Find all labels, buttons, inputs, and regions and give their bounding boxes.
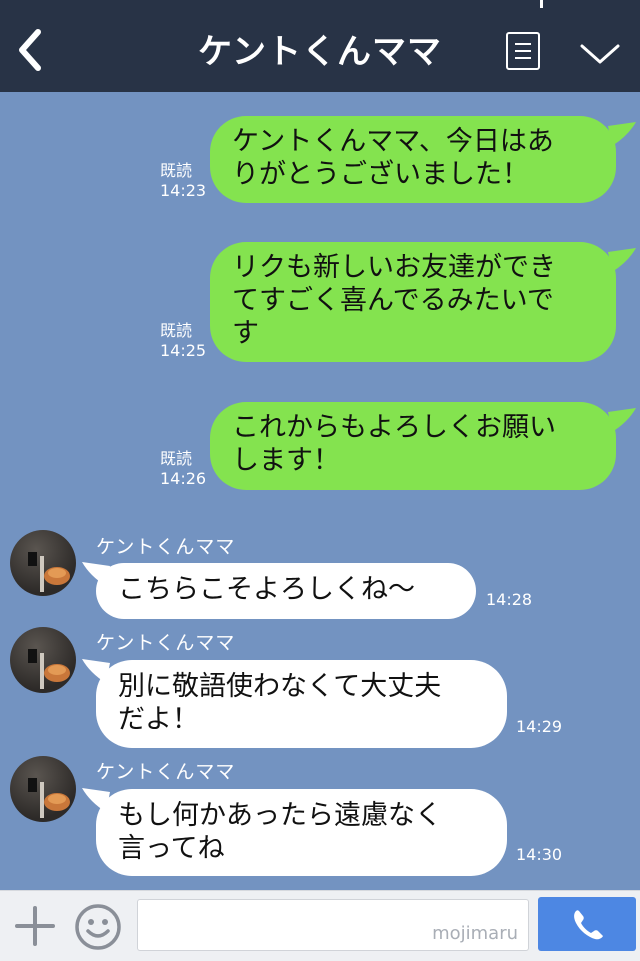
watermark-text: mojimaru — [432, 923, 518, 944]
bubble-tail — [608, 248, 636, 272]
message-line: 言ってね — [118, 833, 225, 864]
message-read-status: 既読 14:25 — [160, 321, 207, 360]
message-time: 14:28 — [486, 590, 533, 609]
emoji-button[interactable] — [74, 903, 122, 951]
message-line: もし何かあったら遠慮なく — [118, 800, 442, 831]
sent-message-bubble[interactable]: ケントくんママ、今日はあ りがとうございました！ — [210, 116, 616, 203]
message-input[interactable]: mojimaru — [137, 899, 529, 951]
message-line: だよ！ — [118, 704, 199, 735]
message-time: 14:30 — [516, 845, 563, 864]
received-message-bubble[interactable]: もし何かあったら遠慮なく 言ってね — [96, 789, 507, 876]
message-line: これからもよろしくお願い — [232, 412, 556, 443]
message-line: す — [232, 318, 259, 349]
bubble-tail — [608, 408, 636, 432]
message-line: りがとうございました！ — [232, 159, 529, 190]
menu-button[interactable] — [506, 32, 540, 70]
call-button[interactable] — [538, 897, 636, 951]
message-time: 14:29 — [516, 717, 563, 736]
avatar-image — [28, 778, 70, 818]
sent-message-bubble[interactable]: これからもよろしくお願い します！ — [210, 402, 616, 490]
message-read-status: 既読 14:26 — [160, 449, 207, 488]
message-input-bar: mojimaru — [0, 890, 640, 961]
bubble-tail — [608, 122, 636, 146]
message-line: こちらこそよろしくね〜 — [118, 574, 415, 605]
message-line: リクも新しいお友達ができ — [232, 252, 556, 283]
bubble-tail — [82, 562, 110, 586]
received-message-bubble[interactable]: こちらこそよろしくね〜 — [96, 563, 476, 619]
message-line: 別に敬語使わなくて大丈夫 — [118, 671, 442, 702]
message-time: 14:23 — [160, 181, 207, 200]
avatar-image — [28, 649, 70, 689]
chat-title: ケントくんママ — [198, 32, 442, 72]
avatar[interactable] — [10, 530, 76, 596]
message-line: てすごく喜んでるみたいで — [232, 285, 554, 316]
message-read-status: 既読 14:23 — [160, 161, 207, 200]
message-line: します！ — [232, 445, 340, 476]
status-indicator — [540, 0, 543, 8]
collapse-button[interactable] — [578, 40, 622, 68]
bubble-tail — [82, 659, 110, 683]
avatar[interactable] — [10, 627, 76, 693]
chevron-down-icon — [580, 44, 620, 64]
sent-message-bubble[interactable]: リクも新しいお友達ができ てすごく喜んでるみたいで す — [210, 242, 616, 362]
smiley-icon — [75, 904, 121, 950]
plus-icon — [15, 906, 55, 946]
sender-name: ケントくんママ — [96, 632, 236, 654]
sender-name: ケントくんママ — [96, 536, 236, 558]
add-button[interactable] — [14, 905, 56, 947]
sender-name: ケントくんママ — [96, 761, 236, 783]
message-time: 14:26 — [160, 469, 207, 488]
chat-header: ケントくんママ — [0, 0, 640, 92]
phone-icon — [574, 910, 603, 940]
message-time: 14:25 — [160, 341, 207, 360]
bubble-tail — [82, 788, 110, 812]
avatar[interactable] — [10, 756, 76, 822]
received-message-bubble[interactable]: 別に敬語使わなくて大丈夫 だよ！ — [96, 660, 507, 748]
message-line: ケントくんママ、今日はあ — [232, 126, 554, 157]
avatar-image — [28, 552, 70, 592]
